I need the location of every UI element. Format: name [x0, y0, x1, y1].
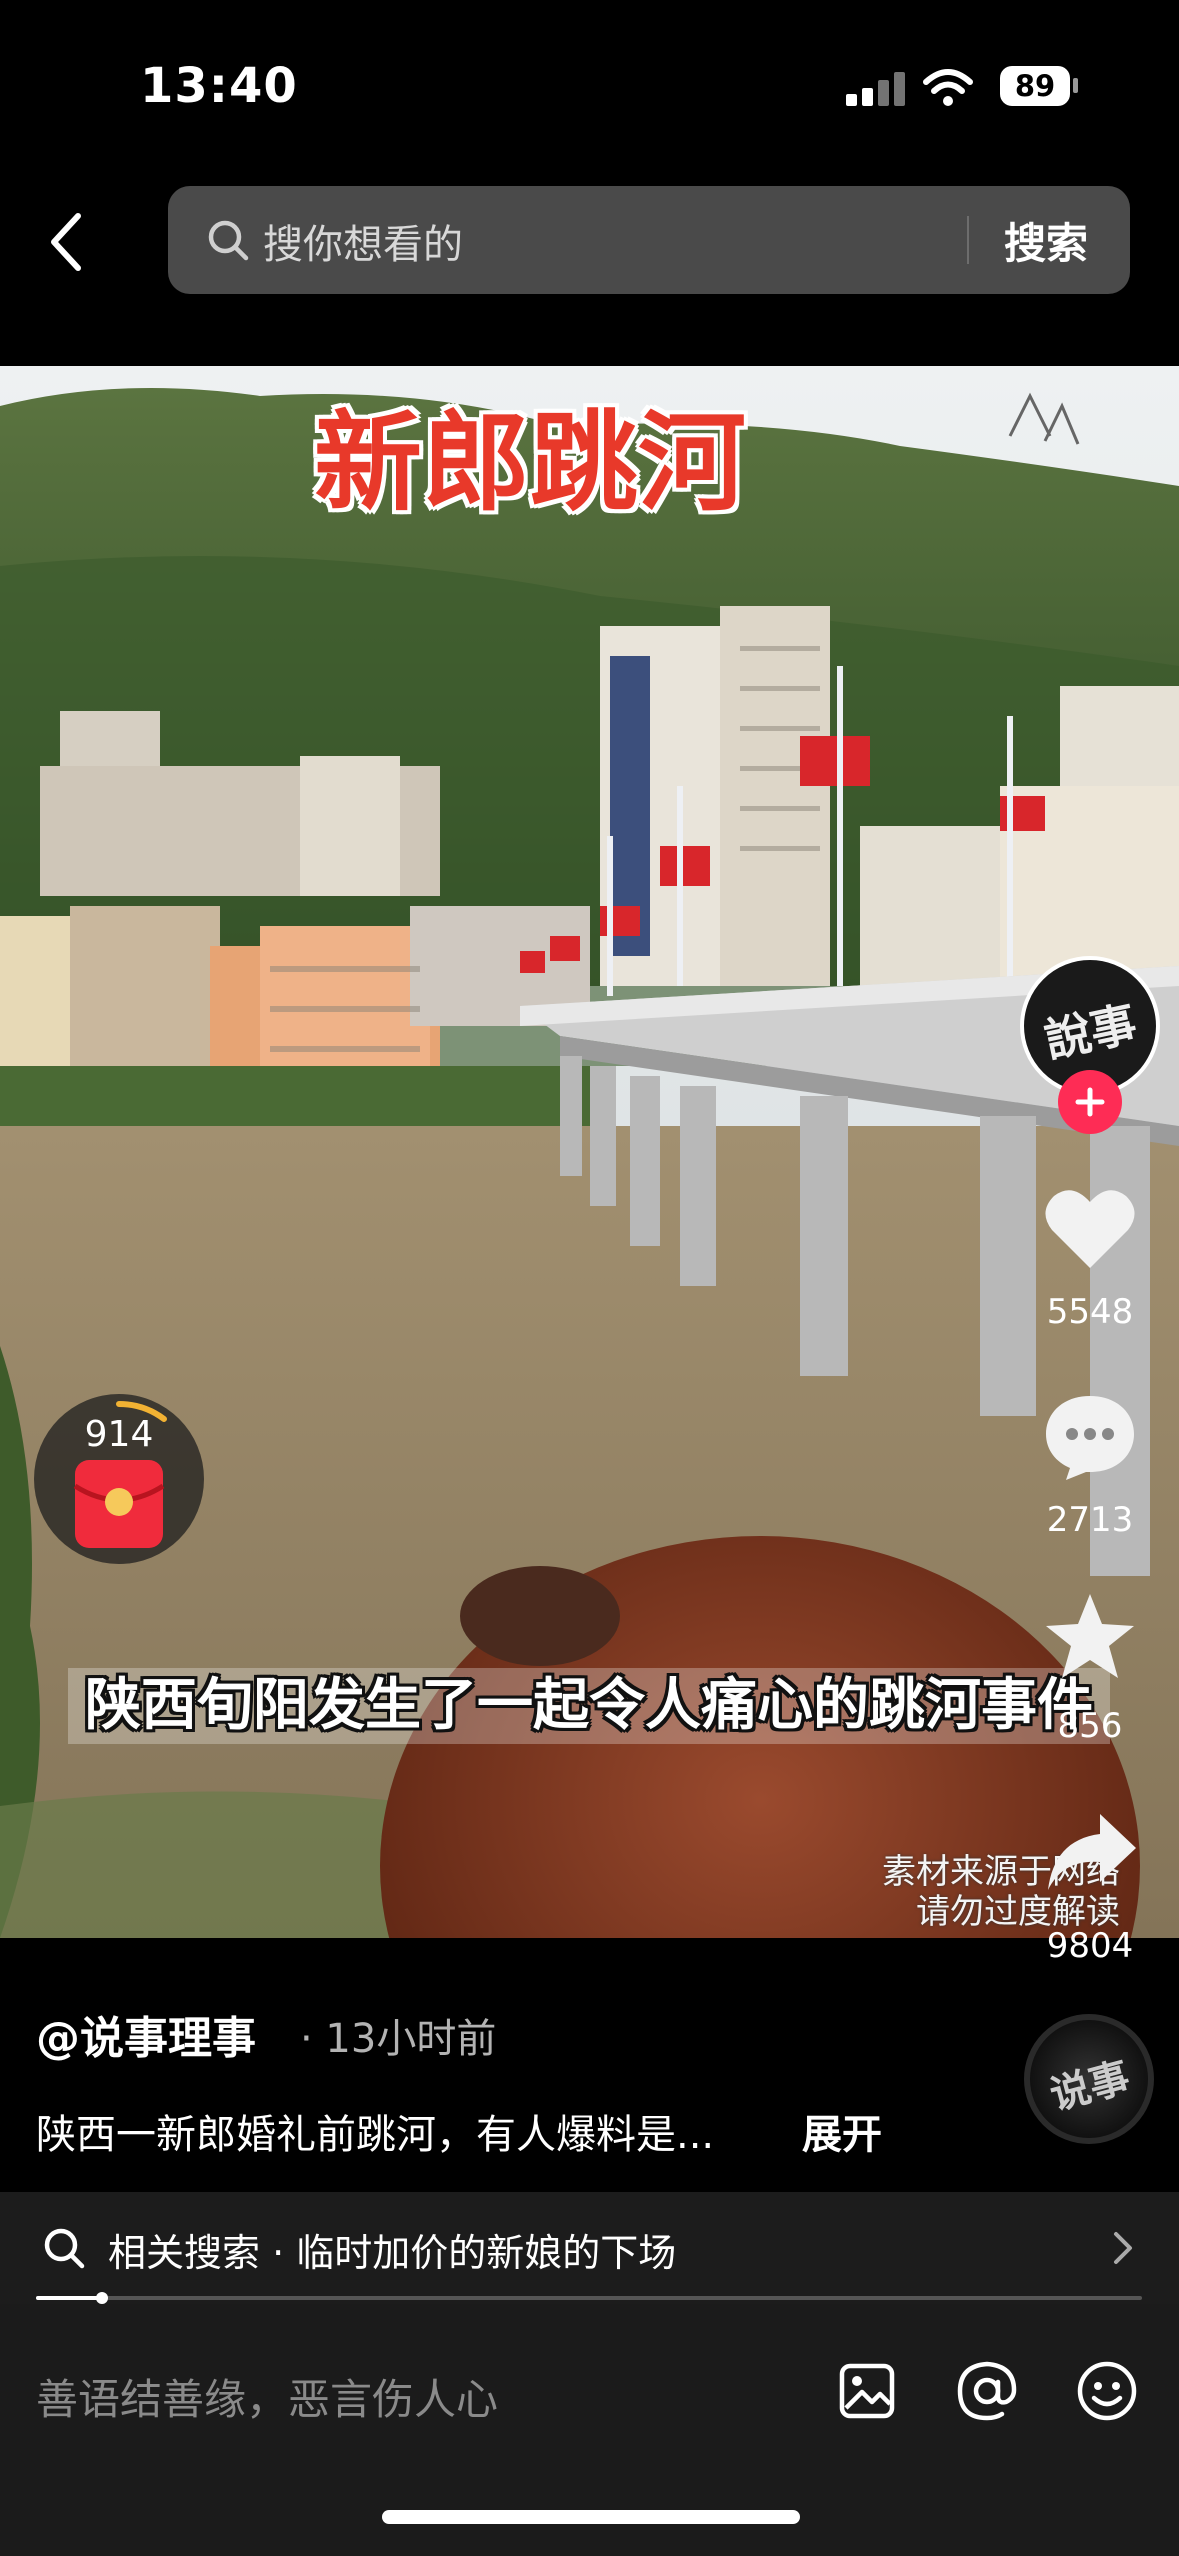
image-icon[interactable] [838, 2362, 896, 2420]
related-search-bar[interactable]: 相关搜索 · 临时加价的新娘的下场 [0, 2192, 1179, 2304]
wifi-icon [923, 69, 973, 106]
video-subtitle: 陕西旬阳发生了一起令人痛心的跳河事件 [68, 1668, 1110, 1744]
chevron-right-icon [1114, 2232, 1132, 2264]
expand-button[interactable]: 展开 [802, 2102, 882, 2160]
music-disc-label: 说事 [1045, 2054, 1135, 2120]
plus-icon [1075, 1087, 1105, 1117]
at-icon[interactable] [956, 2360, 1018, 2422]
like-count: 5548 [1046, 1292, 1134, 1332]
home-indicator[interactable] [382, 2510, 800, 2524]
search-button[interactable]: 搜索 [1004, 210, 1088, 271]
battery-icon: 89 [1000, 66, 1070, 106]
search-icon [44, 2228, 85, 2269]
video-progress-bar[interactable] [36, 2292, 1142, 2304]
comment-input[interactable]: 善语结善缘，恶言伤人心 [36, 2366, 498, 2427]
search-divider [967, 216, 969, 264]
status-time: 13:40 [140, 58, 298, 114]
music-disc[interactable]: 说事 [1024, 2014, 1154, 2144]
search-input[interactable]: 搜你想看的 [263, 212, 463, 270]
chevron-left-icon[interactable] [44, 210, 88, 274]
comment-count: 2713 [1046, 1500, 1134, 1540]
author-name[interactable]: @说事理事 [36, 2002, 256, 2066]
follow-button[interactable] [1058, 1070, 1122, 1134]
search-icon [208, 220, 249, 261]
heart-icon[interactable] [1042, 1184, 1138, 1272]
video-title-overlay: 新郎跳河 [314, 401, 747, 526]
favorite-count: 856 [1057, 1706, 1123, 1746]
comment-icon[interactable] [1042, 1390, 1138, 1482]
star-icon[interactable] [1042, 1590, 1138, 1682]
video-progress-fill [36, 2296, 103, 2300]
share-icon[interactable] [1044, 1810, 1140, 1894]
share-count: 9804 [1046, 1926, 1134, 1966]
red-packet-count: 914 [84, 1414, 154, 1455]
post-time: · 13小时前 [300, 2016, 497, 2062]
red-envelope-icon [73, 1460, 165, 1548]
battery-nub [1073, 78, 1078, 93]
red-packet-widget[interactable]: 914 [34, 1394, 204, 1564]
search-bar[interactable]: 搜你想看的 搜索 [168, 186, 1130, 294]
cellular-signal-icon [846, 72, 906, 106]
related-search-text: 相关搜索 · 临时加价的新娘的下场 [108, 2231, 677, 2275]
emoji-icon[interactable] [1076, 2360, 1138, 2422]
author-avatar-text: 說事 [1040, 995, 1142, 1068]
video-description: 陕西一新郎婚礼前跳河，有人爆料是... [36, 2112, 715, 2158]
